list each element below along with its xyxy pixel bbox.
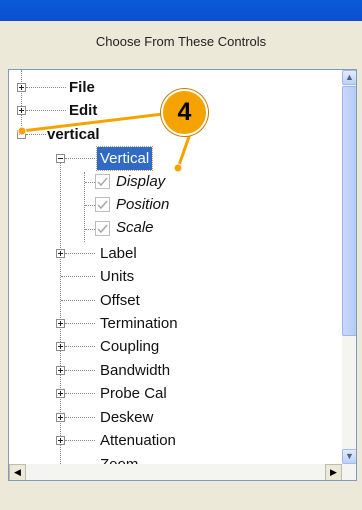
tree-item-scale[interactable]: Scale — [116, 216, 154, 239]
tree-connector — [65, 370, 95, 371]
collapse-vertical-group-icon[interactable] — [17, 130, 26, 139]
position-checkbox[interactable] — [95, 197, 110, 212]
expand-deskew-icon[interactable] — [56, 413, 65, 422]
display-checkbox[interactable] — [95, 174, 110, 189]
check-icon — [97, 177, 108, 187]
tree-connector — [26, 87, 66, 88]
expand-bandwidth-icon[interactable] — [56, 366, 65, 375]
tree-connector — [85, 229, 95, 230]
tree-item-vertical-group[interactable]: vertical — [47, 123, 100, 146]
scroll-down-arrow-icon[interactable]: ▼ — [342, 449, 356, 464]
tree-item-attenuation[interactable]: Attenuation — [100, 429, 176, 452]
tree-connector — [26, 134, 46, 135]
tree-connector — [85, 205, 95, 206]
tree-connector — [65, 393, 95, 394]
tree-item-probe-cal[interactable]: Probe Cal — [100, 382, 167, 405]
expand-termination-icon[interactable] — [56, 319, 65, 328]
tree-connector — [65, 417, 95, 418]
callout-number-badge: 4 — [161, 89, 208, 136]
tree-connector — [65, 323, 95, 324]
tree-connector — [61, 276, 95, 277]
horizontal-scrollbar[interactable]: ◀ ▶ — [9, 464, 356, 480]
tree-item-label[interactable]: Label — [100, 242, 137, 265]
check-icon — [97, 224, 108, 234]
tree-item-display[interactable]: Display — [116, 170, 165, 193]
tree-connector — [65, 253, 95, 254]
expand-label-icon[interactable] — [56, 249, 65, 258]
tree-item-edit[interactable]: Edit — [69, 99, 97, 122]
scroll-left-arrow-icon[interactable]: ◀ — [9, 464, 26, 480]
tree-item-vertical[interactable]: Vertical — [95, 146, 154, 171]
tree-connector — [85, 182, 95, 183]
tree-item-offset[interactable]: Offset — [100, 289, 140, 312]
tree-item-termination[interactable]: Termination — [100, 312, 178, 335]
vertical-scroll-thumb[interactable] — [342, 86, 356, 336]
tree-item-position[interactable]: Position — [116, 193, 169, 216]
expand-coupling-icon[interactable] — [56, 342, 65, 351]
scale-checkbox[interactable] — [95, 221, 110, 236]
expand-attenuation-icon[interactable] — [56, 436, 65, 445]
tree-item-units[interactable]: Units — [100, 265, 134, 288]
tree-connector — [65, 440, 95, 441]
window-titlebar — [0, 0, 362, 21]
scroll-right-arrow-icon[interactable]: ▶ — [325, 464, 342, 480]
tree-guide-root — [21, 70, 22, 130]
check-icon — [97, 200, 108, 210]
expand-file-icon[interactable] — [17, 83, 26, 92]
vertical-scrollbar[interactable]: ▲ ▼ — [342, 70, 356, 464]
tree-connector — [65, 158, 95, 159]
tree-item-bandwidth[interactable]: Bandwidth — [100, 359, 170, 382]
scroll-up-arrow-icon[interactable]: ▲ — [342, 70, 356, 85]
tree-item-file[interactable]: File — [69, 76, 95, 99]
tree-item-coupling[interactable]: Coupling — [100, 335, 159, 358]
collapse-vertical-icon[interactable] — [56, 154, 65, 163]
expand-edit-icon[interactable] — [17, 106, 26, 115]
expand-probe-cal-icon[interactable] — [56, 389, 65, 398]
tree-connector — [61, 300, 95, 301]
tree-item-deskew[interactable]: Deskew — [100, 406, 153, 429]
tree-connector — [26, 110, 66, 111]
panel-title: Choose From These Controls — [95, 34, 267, 49]
tree-connector — [65, 346, 95, 347]
